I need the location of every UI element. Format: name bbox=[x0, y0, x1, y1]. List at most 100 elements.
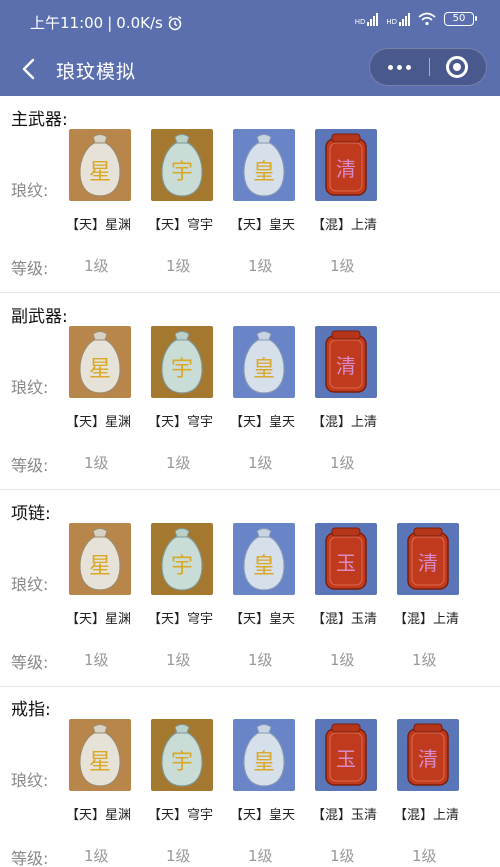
capsule-divider bbox=[429, 58, 430, 76]
emperor-rune-icon[interactable]: 皇 bbox=[233, 719, 295, 791]
svg-text:清: 清 bbox=[418, 551, 438, 575]
rune-name: 【天】穹宇 bbox=[148, 415, 214, 430]
rune-name: 【天】皇天 bbox=[230, 415, 296, 430]
status-bar: 上午11:00 | 0.0K/s HD HD 50 bbox=[0, 0, 500, 44]
svg-text:星: 星 bbox=[89, 554, 111, 579]
alarm-icon bbox=[168, 15, 182, 30]
section-title: 副武器: bbox=[11, 307, 68, 327]
rune-name: 【混】玉清 bbox=[312, 612, 378, 627]
rune-name: 【混】玉清 bbox=[312, 808, 378, 823]
svg-text:清: 清 bbox=[418, 747, 438, 771]
pattern-label: 琅纹: bbox=[11, 771, 49, 790]
more-button[interactable] bbox=[370, 49, 429, 85]
hd-label-1: HD bbox=[354, 17, 366, 26]
rune-level[interactable]: 1级 bbox=[84, 452, 109, 473]
rune-level[interactable]: 1级 bbox=[166, 452, 191, 473]
level-label: 等级: bbox=[11, 259, 49, 278]
sky-rune-icon[interactable]: 宇 bbox=[151, 523, 213, 595]
emperor-rune-icon[interactable]: 皇 bbox=[233, 326, 295, 398]
rune-level[interactable]: 1级 bbox=[330, 845, 355, 866]
rune-name: 【天】皇天 bbox=[230, 612, 296, 627]
rune-name: 【天】星渊 bbox=[66, 218, 132, 233]
equipment-section: 戒指: 琅纹: 等级: 星【天】星渊 1级 宇【天】穹宇 1级 皇【天】皇天 1级 玉【混… bbox=[0, 686, 500, 867]
svg-text:星: 星 bbox=[89, 750, 111, 775]
chaos-rune-icon[interactable]: 清 bbox=[315, 129, 377, 201]
star-rune-icon[interactable]: 星 bbox=[69, 523, 131, 595]
chaos-rune-icon[interactable]: 清 bbox=[397, 719, 459, 791]
signal-1: HD bbox=[354, 12, 379, 26]
level-label: 等级: bbox=[11, 653, 49, 672]
svg-text:宇: 宇 bbox=[171, 160, 193, 185]
rune-name: 【天】星渊 bbox=[66, 808, 132, 823]
emperor-rune-icon[interactable]: 皇 bbox=[233, 129, 295, 201]
rune-level[interactable]: 1级 bbox=[166, 649, 191, 670]
star-rune-icon[interactable]: 星 bbox=[69, 326, 131, 398]
svg-text:宇: 宇 bbox=[171, 750, 193, 775]
page-title: 琅玟模拟 bbox=[56, 61, 137, 83]
sky-rune-icon[interactable]: 宇 bbox=[151, 326, 213, 398]
svg-text:星: 星 bbox=[89, 357, 111, 382]
svg-text:皇: 皇 bbox=[253, 554, 275, 579]
section-title: 项链: bbox=[11, 504, 51, 524]
hd-label-2: HD bbox=[386, 17, 397, 26]
svg-text:皇: 皇 bbox=[253, 750, 275, 775]
battery-icon: 50 bbox=[444, 12, 477, 26]
equipment-section: 主武器: 琅纹: 等级: 星【天】星渊 1级 宇【天】穹宇 1级 皇【天】皇天 1级 清【… bbox=[0, 96, 500, 293]
svg-text:玉: 玉 bbox=[336, 551, 356, 575]
signal-icon bbox=[367, 12, 379, 26]
equipment-section: 副武器: 琅纹: 等级: 星【天】星渊 1级 宇【天】穹宇 1级 皇【天】皇天 1级 清【… bbox=[0, 293, 500, 490]
svg-text:清: 清 bbox=[336, 354, 356, 378]
rune-level[interactable]: 1级 bbox=[248, 845, 273, 866]
sky-rune-icon[interactable]: 宇 bbox=[151, 719, 213, 791]
emperor-rune-icon[interactable]: 皇 bbox=[233, 523, 295, 595]
status-separator: | bbox=[107, 13, 113, 32]
rune-name: 【混】上清 bbox=[312, 415, 378, 430]
rune-level[interactable]: 1级 bbox=[412, 649, 437, 670]
sky-rune-icon[interactable]: 宇 bbox=[151, 129, 213, 201]
level-label: 等级: bbox=[11, 849, 49, 867]
rune-level[interactable]: 1级 bbox=[412, 845, 437, 866]
rune-name: 【天】皇天 bbox=[230, 808, 296, 823]
rune-name: 【天】穹宇 bbox=[148, 218, 214, 233]
pattern-label: 琅纹: bbox=[11, 575, 49, 594]
rune-level[interactable]: 1级 bbox=[330, 452, 355, 473]
star-rune-icon[interactable]: 星 bbox=[69, 719, 131, 791]
rune-level[interactable]: 1级 bbox=[330, 255, 355, 276]
svg-text:星: 星 bbox=[89, 160, 111, 185]
equipment-section: 项链: 琅纹: 等级: 星【天】星渊 1级 宇【天】穹宇 1级 皇【天】皇天 1级 玉【混… bbox=[0, 490, 500, 687]
rune-level[interactable]: 1级 bbox=[330, 649, 355, 670]
chaos-rune-icon[interactable]: 清 bbox=[397, 523, 459, 595]
star-rune-icon[interactable]: 星 bbox=[69, 129, 131, 201]
chaos-rune-icon[interactable]: 清 bbox=[315, 326, 377, 398]
chaos-rune-icon[interactable]: 玉 bbox=[315, 719, 377, 791]
section-title: 戒指: bbox=[11, 700, 51, 720]
rune-name: 【天】穹宇 bbox=[148, 612, 214, 627]
signal-2: HD bbox=[386, 12, 410, 26]
rune-level[interactable]: 1级 bbox=[248, 649, 273, 670]
rune-name: 【混】上清 bbox=[312, 218, 378, 233]
rune-name: 【天】星渊 bbox=[66, 415, 132, 430]
rune-level[interactable]: 1级 bbox=[248, 452, 273, 473]
rune-name: 【天】皇天 bbox=[230, 218, 296, 233]
level-label: 等级: bbox=[11, 456, 49, 475]
rune-level[interactable]: 1级 bbox=[248, 255, 273, 276]
rune-name: 【混】上清 bbox=[394, 612, 460, 627]
chaos-rune-icon[interactable]: 玉 bbox=[315, 523, 377, 595]
rune-level[interactable]: 1级 bbox=[84, 845, 109, 866]
rune-level[interactable]: 1级 bbox=[166, 255, 191, 276]
status-right: HD HD 50 bbox=[354, 12, 477, 26]
rune-level[interactable]: 1级 bbox=[166, 845, 191, 866]
back-arrow-icon[interactable] bbox=[14, 54, 44, 84]
section-title: 主武器: bbox=[11, 110, 68, 130]
pattern-label: 琅纹: bbox=[11, 378, 49, 397]
svg-text:宇: 宇 bbox=[171, 357, 193, 382]
svg-text:清: 清 bbox=[336, 157, 356, 181]
rune-level[interactable]: 1级 bbox=[84, 255, 109, 276]
rune-level[interactable]: 1级 bbox=[84, 649, 109, 670]
svg-text:皇: 皇 bbox=[253, 357, 275, 382]
nav-bar: 琅玟模拟 bbox=[0, 44, 500, 96]
rune-name: 【天】穹宇 bbox=[148, 808, 214, 823]
wifi-icon bbox=[418, 12, 436, 26]
close-button[interactable] bbox=[446, 56, 468, 78]
svg-text:宇: 宇 bbox=[171, 554, 193, 579]
